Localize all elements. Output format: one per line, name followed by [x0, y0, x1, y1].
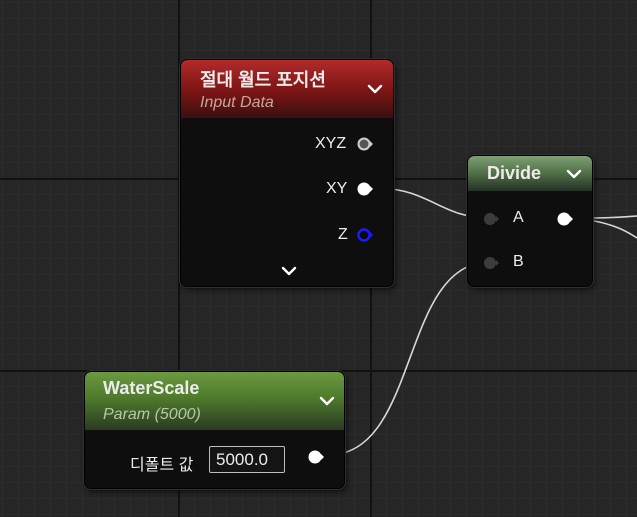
collapse-chevron-icon[interactable]: [319, 395, 335, 407]
expand-chevron-icon[interactable]: [281, 265, 297, 277]
pin-a-input-icon[interactable]: [483, 211, 499, 227]
pin-xyz-icon[interactable]: [357, 136, 373, 152]
pin-xy-icon[interactable]: [357, 181, 373, 197]
default-value-input[interactable]: [209, 446, 285, 473]
collapse-chevron-icon[interactable]: [367, 83, 383, 95]
node-absolute-world-position[interactable]: 절대 월드 포지션 Input Data XYZ XY Z: [180, 59, 394, 287]
pin-label-b: B: [513, 253, 524, 270]
pin-b-input-icon[interactable]: [483, 255, 499, 271]
default-value-label: 디폴트 값: [130, 457, 194, 474]
node-water-scale[interactable]: WaterScale Param (5000) 디폴트 값: [84, 371, 345, 489]
pin-z-icon[interactable]: [357, 227, 373, 243]
pin-label-a: A: [513, 209, 524, 226]
pin-output-icon[interactable]: [557, 211, 573, 227]
node-subtitle: Input Data: [200, 94, 274, 111]
node-title: Divide: [487, 163, 542, 183]
wire-waterscale-to-b[interactable]: [327, 261, 491, 456]
node-title: WaterScale: [103, 378, 200, 398]
node-subtitle: Param (5000): [103, 406, 201, 423]
node-divide[interactable]: Divide A B: [467, 155, 593, 287]
pin-label-xy: XY: [326, 180, 348, 197]
pin-label-z: Z: [338, 226, 348, 243]
node-title: 절대 월드 포지션: [200, 70, 326, 90]
collapse-chevron-icon[interactable]: [566, 168, 582, 180]
pin-output-icon[interactable]: [308, 449, 324, 465]
pin-label-xyz: XYZ: [315, 135, 347, 152]
